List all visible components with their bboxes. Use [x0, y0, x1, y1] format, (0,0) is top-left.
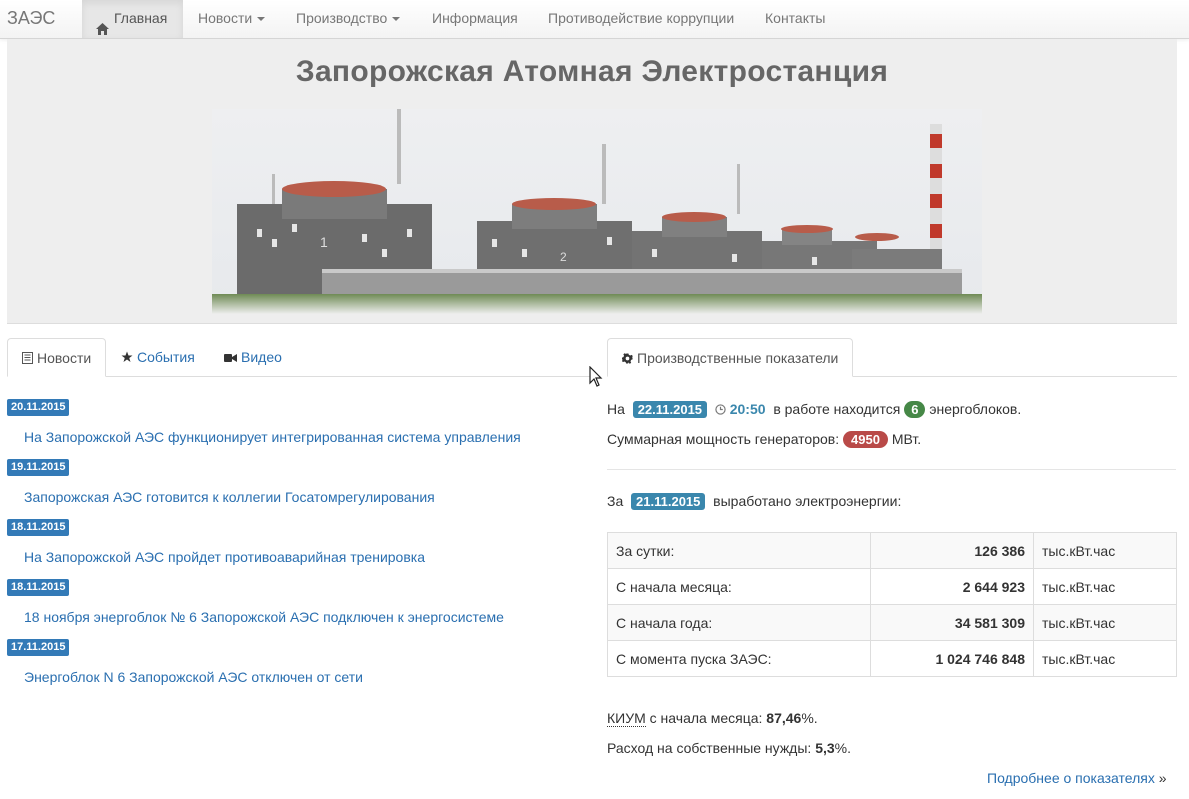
row-unit: тыс.кВт.час	[1033, 604, 1177, 641]
tab-video-label: Видео	[241, 349, 282, 365]
row-unit: тыс.кВт.час	[1033, 640, 1177, 677]
status-mid: в работе находится	[773, 401, 901, 417]
clock-icon	[715, 404, 726, 415]
tab-production-label: Производственные показатели	[637, 350, 839, 366]
news-date-badge: 18.11.2015	[7, 579, 70, 596]
svg-text:1: 1	[320, 234, 328, 250]
own-needs-text: Расход на собственные нужды:	[607, 740, 812, 756]
more-indicators: Подробнее о показателях »	[987, 770, 1167, 786]
tab-production-indicators[interactable]: Производственные показатели	[607, 338, 854, 377]
output-prefix: За	[607, 493, 624, 509]
table-row: За сутки: 126 386 тыс.кВт.час	[607, 532, 1177, 569]
nav-production[interactable]: Производство	[296, 0, 401, 38]
nav-news[interactable]: Новости	[198, 0, 266, 38]
production-tabs: Производственные показатели	[607, 338, 1177, 377]
row-label: С начала месяца:	[607, 568, 871, 605]
table-row: С момента пуска ЗАЭС: 1 024 746 848 тыс.…	[607, 640, 1177, 677]
nav-information[interactable]: Информация	[432, 0, 518, 38]
more-indicators-link[interactable]: Подробнее о показателях	[987, 770, 1155, 786]
row-unit: тыс.кВт.час	[1033, 532, 1177, 569]
star-icon	[121, 351, 133, 362]
row-value: 2 644 923	[870, 568, 1034, 605]
status-prefix: На	[607, 401, 625, 417]
news-link[interactable]: Запорожская АЭС готовится к коллегии Гос…	[24, 489, 435, 505]
production-table: За сутки: 126 386 тыс.кВт.час С начала м…	[607, 532, 1177, 677]
chevron-down-icon	[257, 17, 266, 22]
table-row: С начала месяца: 2 644 923 тыс.кВт.час	[607, 568, 1177, 605]
news-link[interactable]: 18 ноября энергоблок № 6 Запорожской АЭС…	[24, 609, 504, 625]
tab-news-label: Новости	[37, 350, 92, 366]
power-line: Суммарная мощность генераторов: 4950 МВт…	[607, 431, 921, 448]
gear-icon	[622, 353, 633, 364]
tab-events[interactable]: События	[107, 338, 209, 376]
tab-news[interactable]: Новости	[7, 338, 107, 377]
news-date-badge: 17.11.2015	[7, 639, 70, 656]
brand-logo[interactable]: ЗАЭС	[7, 8, 55, 29]
power-plant-image: 1 2	[212, 109, 982, 314]
table-row: С начала года: 34 581 309 тыс.кВт.час	[607, 604, 1177, 641]
row-label: С момента пуска ЗАЭС:	[607, 640, 871, 677]
raquo-icon: »	[1158, 770, 1167, 786]
news-tabs: Новости События Видео	[7, 338, 592, 377]
power-unit: МВт.	[891, 431, 922, 447]
svg-text:2: 2	[560, 250, 567, 264]
output-suffix: выработано электроэнергии:	[713, 493, 902, 509]
top-navbar: ЗАЭС Главная Новости Производство Информ…	[0, 0, 1189, 39]
nav-contacts[interactable]: Контакты	[765, 0, 825, 38]
kium-abbr[interactable]: КИУМ	[607, 710, 646, 727]
own-needs-line: Расход на собственные нужды: 5,3%.	[607, 740, 851, 756]
nav-production-label: Производство	[296, 10, 388, 26]
nav-anticorruption[interactable]: Противодействие коррупции	[548, 0, 734, 38]
nav-news-label: Новости	[198, 10, 253, 26]
video-camera-icon	[224, 354, 237, 362]
mouse-cursor-icon	[589, 366, 603, 387]
news-date-badge: 20.11.2015	[7, 399, 70, 416]
status-suffix: энергоблоков.	[929, 401, 1022, 417]
nav-home[interactable]: Главная	[82, 0, 183, 38]
power-badge: 4950	[843, 431, 888, 448]
hero-banner: Запорожская Атомная Электростанция 1 2	[7, 39, 1177, 324]
own-needs-value: 5,3	[815, 740, 835, 756]
chevron-down-icon	[392, 17, 401, 22]
status-date-badge: 22.11.2015	[632, 401, 708, 418]
status-line: На 22.11.2015 20:50 в работе находится 6…	[607, 401, 1021, 418]
kium-line: КИУМ с начала месяца: 87,46%.	[607, 710, 818, 727]
units-count-badge: 6	[904, 401, 926, 418]
status-time: 20:50	[729, 401, 766, 417]
kium-value: 87,46	[766, 710, 802, 726]
news-date-badge: 18.11.2015	[7, 519, 70, 536]
kium-unit: %.	[801, 710, 818, 726]
news-link[interactable]: На Запорожской АЭС функционирует интегри…	[24, 429, 521, 445]
news-link[interactable]: Энергоблок N 6 Запорожской АЭС отключен …	[24, 669, 363, 685]
row-label: С начала года:	[607, 604, 871, 641]
page-title: Запорожская Атомная Электростанция	[295, 55, 889, 88]
row-label: За сутки:	[607, 532, 871, 569]
nav-home-label: Главная	[114, 10, 168, 26]
news-link[interactable]: На Запорожской АЭС пройдет противоаварий…	[24, 549, 425, 565]
newspaper-icon	[22, 352, 33, 364]
kium-text: с начала месяца:	[649, 710, 763, 726]
output-intro: За 21.11.2015 выработано электроэнергии:	[607, 493, 901, 510]
tab-video[interactable]: Видео	[210, 338, 296, 376]
news-date-badge: 19.11.2015	[7, 459, 70, 476]
row-value: 34 581 309	[870, 604, 1034, 641]
own-needs-unit: %.	[834, 740, 852, 756]
power-label: Суммарная мощность генераторов:	[607, 431, 840, 447]
output-date-badge: 21.11.2015	[631, 493, 706, 510]
row-unit: тыс.кВт.час	[1033, 568, 1177, 605]
tab-events-label: События	[137, 349, 195, 365]
row-value: 126 386	[870, 532, 1034, 569]
row-value: 1 024 746 848	[870, 640, 1034, 677]
divider	[607, 469, 1176, 470]
